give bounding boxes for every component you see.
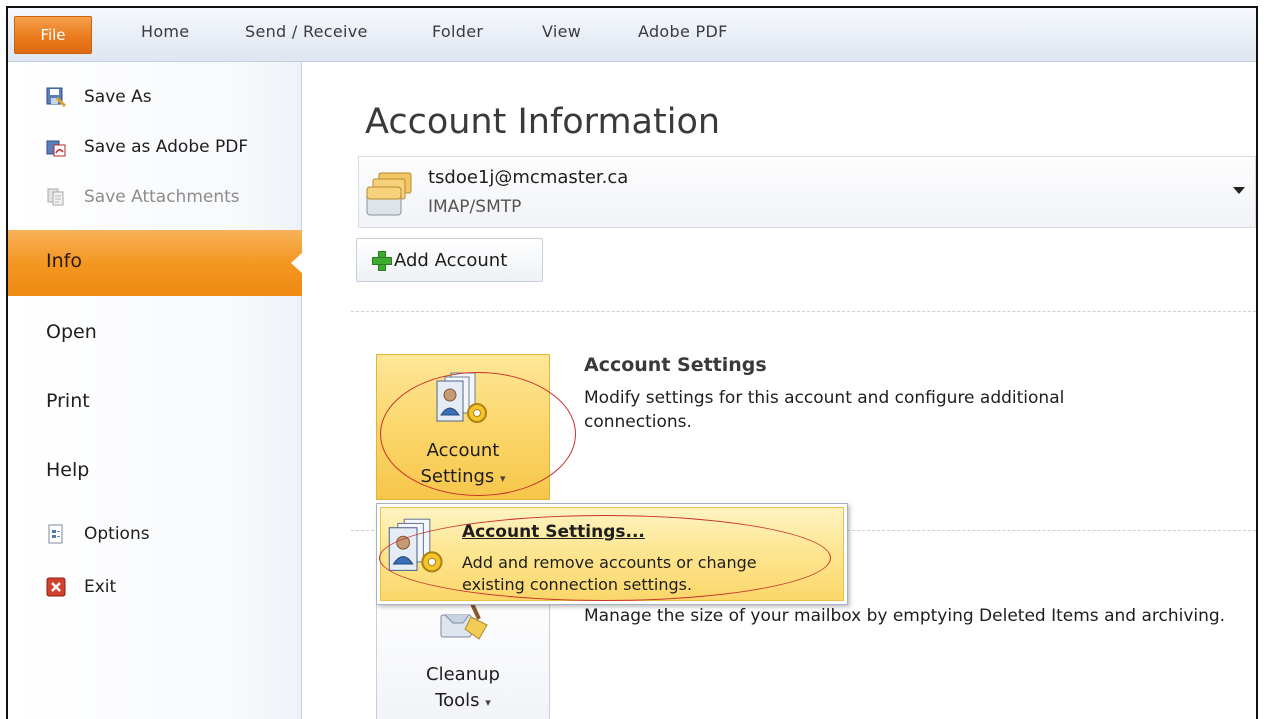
backstage-sidebar: Save As Save as Adobe PDF Save Attachmen… (8, 62, 303, 719)
dropdown-arrow-icon: ▾ (485, 696, 491, 709)
sidebar-item-open[interactable]: Open (46, 321, 97, 343)
options-label: Options (84, 524, 150, 544)
section-divider (351, 311, 1256, 312)
menu-item-account-settings[interactable]: Account Settings... Add and remove accou… (380, 507, 844, 601)
account-settings-title: Account Settings (584, 354, 767, 376)
sidebar-item-info[interactable]: Info (8, 230, 303, 296)
menu-item-description: Add and remove accounts or change existi… (462, 552, 757, 596)
save-as-icon (46, 87, 67, 108)
account-settings-button[interactable]: Account Settings ▾ (376, 354, 550, 500)
account-settings-button-line1: Account (426, 440, 500, 461)
account-settings-menu: Account Settings... Add and remove accou… (376, 503, 848, 605)
save-as-label: Save As (84, 87, 152, 107)
account-info-panel: Account Information tsdoe1j@mcmaster.ca … (303, 62, 1256, 719)
account-settings-menu-icon (385, 516, 449, 580)
outlook-backstage-window: File Home Send / Receive Folder View Ado… (6, 6, 1258, 719)
account-settings-icon (433, 371, 493, 429)
account-type: IMAP/SMTP (428, 197, 522, 217)
adobe-pdf-icon (46, 137, 66, 157)
selection-notch (291, 252, 303, 274)
cleanup-tools-button-line1: Cleanup (426, 664, 500, 685)
account-email: tsdoe1j@mcmaster.ca (428, 167, 629, 188)
account-settings-button-line2-wrap: Settings ▾ (377, 465, 549, 491)
exit-icon (46, 577, 66, 597)
exit-button[interactable]: Exit (46, 574, 116, 600)
menu-item-description-line2: existing connection settings. (462, 575, 693, 594)
dropdown-arrow-icon: ▾ (500, 472, 506, 485)
tab-folder[interactable]: Folder (432, 22, 483, 41)
tab-adobe-pdf[interactable]: Adobe PDF (638, 22, 728, 41)
tab-send-receive[interactable]: Send / Receive (245, 22, 368, 41)
options-icon (46, 524, 66, 544)
tab-file[interactable]: File (14, 16, 92, 54)
exit-label: Exit (84, 577, 117, 597)
menu-item-description-line1: Add and remove accounts or change (462, 553, 757, 572)
account-settings-description: Modify settings for this account and con… (584, 388, 1065, 432)
sidebar-item-info-label: Info (46, 250, 82, 272)
ribbon-tab-bar: File Home Send / Receive Folder View Ado… (8, 8, 1256, 62)
save-attachments-label: Save Attachments (84, 187, 240, 207)
cleanup-description: Manage the size of your mailbox by empty… (584, 606, 1226, 626)
mailbox-folders-icon (365, 167, 417, 219)
account-selector-dropdown[interactable]: tsdoe1j@mcmaster.ca IMAP/SMTP (358, 156, 1256, 228)
add-account-button[interactable]: Add Account (356, 238, 543, 282)
cleanup-tools-button-line2-wrap: Tools ▾ (377, 689, 549, 715)
save-as-adobe-pdf-button[interactable]: Save as Adobe PDF (46, 134, 248, 160)
save-as-adobe-pdf-label: Save as Adobe PDF (84, 137, 249, 157)
attachments-icon (46, 187, 66, 207)
save-as-button[interactable]: Save As (46, 84, 152, 110)
options-button[interactable]: Options (46, 521, 150, 547)
save-attachments-button[interactable]: Save Attachments (46, 184, 240, 210)
chevron-down-icon (1233, 187, 1245, 194)
cleanup-tools-button-line2: Tools (435, 690, 480, 711)
plus-icon (371, 250, 392, 271)
tab-view[interactable]: View (542, 22, 581, 41)
tab-home[interactable]: Home (141, 22, 189, 41)
add-account-label: Add Account (394, 249, 508, 271)
sidebar-item-print[interactable]: Print (46, 390, 90, 412)
page-title: Account Information (365, 102, 721, 142)
menu-item-title: Account Settings... (462, 522, 645, 542)
sidebar-item-help[interactable]: Help (46, 459, 89, 481)
account-settings-button-line2: Settings (420, 466, 495, 487)
